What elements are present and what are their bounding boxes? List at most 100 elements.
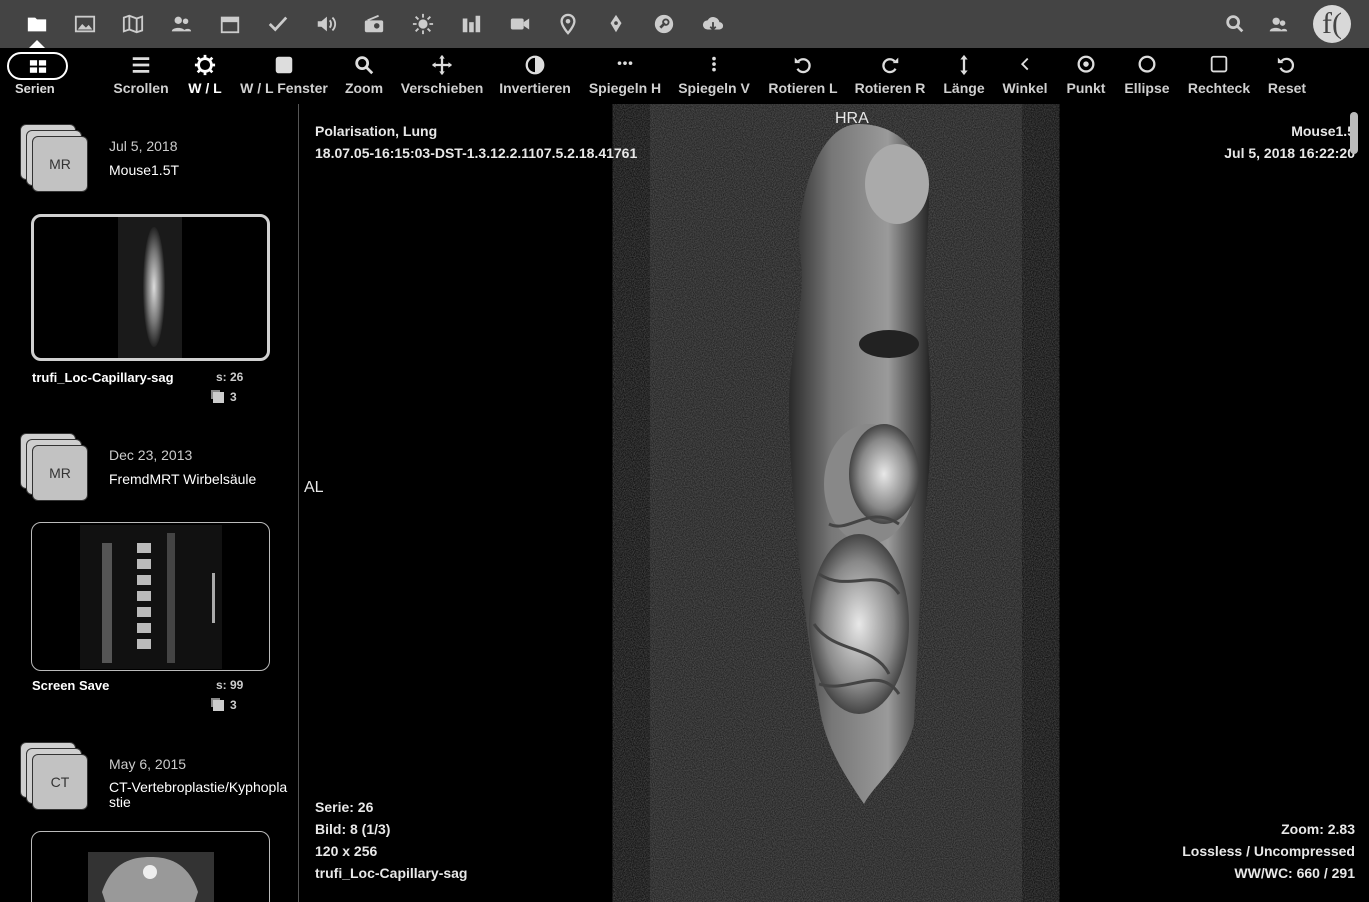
viewport-scrollbar[interactable] bbox=[1350, 112, 1358, 154]
grid-icon bbox=[29, 59, 46, 73]
window-level: WW/WC: 660 / 291 bbox=[1234, 865, 1355, 881]
tool-scrollen[interactable]: Scrollen bbox=[113, 48, 169, 104]
radio-icon[interactable] bbox=[361, 11, 387, 37]
tool-label: Rotieren R bbox=[854, 80, 926, 96]
tool-label: Winkel bbox=[1002, 80, 1048, 96]
reset-icon bbox=[1276, 48, 1298, 82]
tool-label: Spiegeln H bbox=[588, 80, 662, 96]
map-icon[interactable] bbox=[120, 11, 146, 37]
tool-invertieren[interactable]: Invertieren bbox=[499, 48, 571, 104]
tool-wl[interactable]: W / L bbox=[185, 48, 225, 104]
sun-icon[interactable] bbox=[410, 11, 436, 37]
speaker-icon[interactable] bbox=[313, 11, 339, 37]
patient-name: Mouse1.5 bbox=[1291, 123, 1355, 139]
study-datetime: Jul 5, 2018 16:22:20 bbox=[1224, 145, 1355, 161]
modality-badge: MR bbox=[32, 445, 88, 501]
rotate-right-icon bbox=[879, 48, 901, 82]
video-icon[interactable] bbox=[507, 11, 533, 37]
thumbnail-image bbox=[80, 525, 222, 669]
study-item[interactable]: CT May 6, 2015 CT-Vertebroplastie/Kyphop… bbox=[0, 742, 298, 832]
overlay-top-right: Mouse1.5 Jul 5, 2018 16:22:20 bbox=[1224, 120, 1355, 164]
length-icon bbox=[953, 48, 975, 82]
tool-label: W / L Fenster bbox=[240, 80, 328, 96]
image-icon[interactable] bbox=[72, 11, 98, 37]
tool-label: Rechteck bbox=[1187, 80, 1251, 96]
tool-label: Ellipse bbox=[1124, 80, 1170, 96]
modality-stack: CT bbox=[20, 742, 90, 812]
tool-punkt[interactable]: Punkt bbox=[1064, 48, 1108, 104]
series-thumbnail[interactable] bbox=[31, 522, 270, 671]
tool-rotieren-r[interactable]: Rotieren R bbox=[853, 48, 927, 104]
ellipse-icon bbox=[1136, 48, 1158, 82]
tool-label: Zoom bbox=[344, 80, 384, 96]
tool-label: Scrollen bbox=[113, 80, 169, 96]
compression-info: Lossless / Uncompressed bbox=[1182, 843, 1355, 859]
tool-label: Verschieben bbox=[400, 80, 484, 96]
rectangle-icon bbox=[1208, 48, 1230, 82]
thumbnail-image bbox=[118, 217, 182, 358]
study-item[interactable]: MR Jul 5, 2018 Mouse1.5T bbox=[0, 124, 298, 204]
tool-rechteck[interactable]: Rechteck bbox=[1187, 48, 1251, 104]
zoom-level: Zoom: 2.83 bbox=[1281, 821, 1355, 837]
series-image-count: 3 bbox=[213, 698, 237, 712]
uid-text: 18.07.05-16:15:03-DST-1.3.12.2.1107.5.2.… bbox=[315, 145, 638, 161]
tool-label: Reset bbox=[1267, 80, 1307, 96]
menu-icon bbox=[130, 48, 152, 82]
pen-nib-icon[interactable] bbox=[603, 11, 629, 37]
tool-spiegeln-h[interactable]: Spiegeln H bbox=[588, 48, 662, 104]
tool-zoom[interactable]: Zoom bbox=[343, 48, 385, 104]
gear-icon bbox=[194, 48, 216, 82]
series-thumbnail[interactable] bbox=[31, 831, 270, 902]
tool-label: Spiegeln V bbox=[678, 80, 750, 96]
zoom-icon bbox=[353, 48, 375, 82]
tool-laenge[interactable]: Länge bbox=[942, 48, 986, 104]
tool-wl-fenster[interactable]: W / L Fenster bbox=[240, 48, 328, 104]
search-icon[interactable] bbox=[1222, 11, 1248, 37]
folder-icon[interactable] bbox=[24, 11, 50, 37]
tool-label: Invertieren bbox=[499, 80, 571, 96]
tool-label: Punkt bbox=[1066, 80, 1106, 96]
tool-label: Länge bbox=[943, 80, 985, 96]
image-viewport[interactable]: Polarisation, Lung 18.07.05-16:15:03-DST… bbox=[299, 104, 1369, 902]
calendar-icon[interactable] bbox=[217, 11, 243, 37]
orientation-top: HRA bbox=[835, 110, 869, 127]
modality-badge: MR bbox=[32, 136, 88, 192]
tool-ellipse[interactable]: Ellipse bbox=[1123, 48, 1171, 104]
series-slice-count: s: 99 bbox=[216, 678, 244, 692]
series-toggle-button[interactable] bbox=[7, 52, 68, 80]
study-date: May 6, 2015 bbox=[109, 756, 187, 772]
series-slice-count: s: 26 bbox=[216, 370, 244, 384]
wrench-icon[interactable] bbox=[651, 11, 677, 37]
series-description: trufi_Loc-Capillary-sag bbox=[315, 865, 468, 881]
images-icon bbox=[213, 392, 224, 403]
users-icon[interactable] bbox=[168, 11, 194, 37]
app-bar: f( bbox=[0, 0, 1369, 49]
tool-bar: Serien Scrollen W / L W / L Fenster Zoom… bbox=[0, 48, 1369, 130]
angle-icon bbox=[1014, 48, 1036, 82]
study-item[interactable]: MR Dec 23, 2013 FremdMRT Wirbelsäule bbox=[0, 433, 298, 513]
modality-badge: CT bbox=[32, 754, 88, 810]
series-name: Screen Save bbox=[32, 678, 110, 693]
rotate-left-icon bbox=[792, 48, 814, 82]
location-pin-icon[interactable] bbox=[555, 11, 581, 37]
cloud-download-icon[interactable] bbox=[700, 11, 726, 37]
move-icon bbox=[431, 48, 453, 82]
image-number: Bild: 8 (1/3) bbox=[315, 821, 391, 837]
tool-reset[interactable]: Reset bbox=[1266, 48, 1308, 104]
bar-chart-icon[interactable] bbox=[458, 11, 484, 37]
point-icon bbox=[1075, 48, 1097, 82]
tool-verschieben[interactable]: Verschieben bbox=[401, 48, 483, 104]
tool-spiegeln-v[interactable]: Spiegeln V bbox=[678, 48, 750, 104]
logo[interactable]: f( bbox=[1313, 5, 1351, 43]
protocol-text: Polarisation, Lung bbox=[315, 123, 438, 139]
tool-winkel[interactable]: Winkel bbox=[1002, 48, 1048, 104]
tool-rotieren-l[interactable]: Rotieren L bbox=[767, 48, 839, 104]
images-icon bbox=[213, 700, 224, 711]
study-date: Jul 5, 2018 bbox=[109, 138, 178, 154]
orientation-left: AL bbox=[304, 479, 324, 496]
user-icon[interactable] bbox=[1265, 11, 1291, 37]
check-icon[interactable] bbox=[265, 11, 291, 37]
series-thumbnail[interactable] bbox=[31, 214, 270, 361]
overlay-top-left: Polarisation, Lung 18.07.05-16:15:03-DST… bbox=[315, 120, 637, 164]
series-sidebar: MR Jul 5, 2018 Mouse1.5T trufi_Loc-Capil… bbox=[0, 104, 299, 902]
